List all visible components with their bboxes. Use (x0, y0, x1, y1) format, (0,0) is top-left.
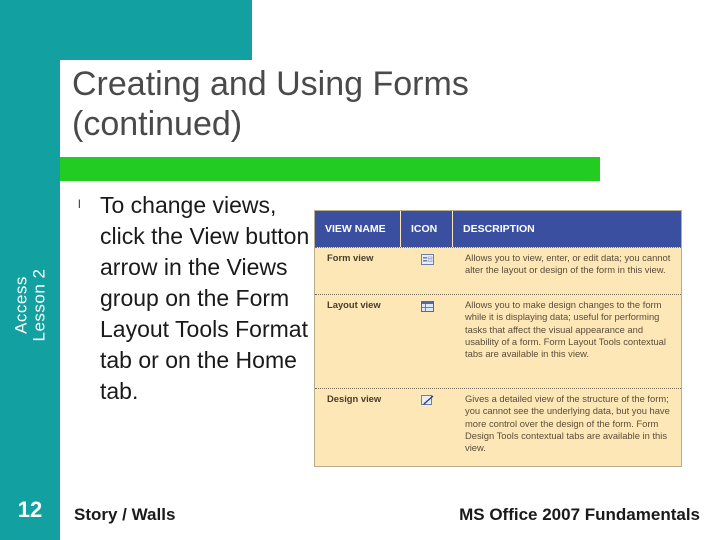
slide-title-line-2: (continued) (72, 105, 243, 143)
bullet-marker: l (78, 197, 81, 211)
table-row: Design view Gives a detailed view of the… (315, 388, 681, 466)
design-view-icon (401, 389, 453, 466)
row-view-name: Layout view (327, 299, 381, 310)
row-view-name: Design view (327, 393, 382, 404)
teal-corner-block (0, 0, 252, 60)
title-divider-bar (60, 157, 600, 181)
table-header-row: VIEW NAME ICON DESCRIPTION (315, 211, 681, 247)
header-view-name: VIEW NAME (315, 211, 401, 247)
table-row: Layout view Allows you to make design ch… (315, 294, 681, 388)
layout-view-icon (401, 295, 453, 388)
slide-title: Creating and Using Forms (continued) (72, 64, 592, 144)
side-label: Access Lesson 2 (0, 180, 60, 430)
header-description: DESCRIPTION (463, 223, 535, 235)
slide-title-line-1: Creating and Using Forms (72, 65, 469, 103)
row-description: Gives a detailed view of the structure o… (465, 393, 670, 454)
form-view-icon (401, 248, 453, 294)
slide-number: 12 (17, 497, 43, 522)
side-label-line-2: Lesson 2 (29, 268, 48, 342)
row-description: Allows you to view, enter, or edit data;… (465, 252, 671, 276)
footer-authors: Story / Walls (74, 505, 176, 524)
bullet-text: To change views, click the View button a… (100, 192, 310, 404)
view-table: VIEW NAME ICON DESCRIPTION Form view All… (314, 210, 682, 467)
header-icon: ICON (401, 211, 453, 247)
table-row: Form view Allows you to view, enter, or … (315, 247, 681, 294)
footer-course: MS Office 2007 Fundamentals (459, 505, 700, 524)
row-description: Allows you to make design changes to the… (465, 299, 666, 360)
row-view-name: Form view (327, 252, 374, 263)
side-label-line-1: Access (11, 276, 30, 334)
